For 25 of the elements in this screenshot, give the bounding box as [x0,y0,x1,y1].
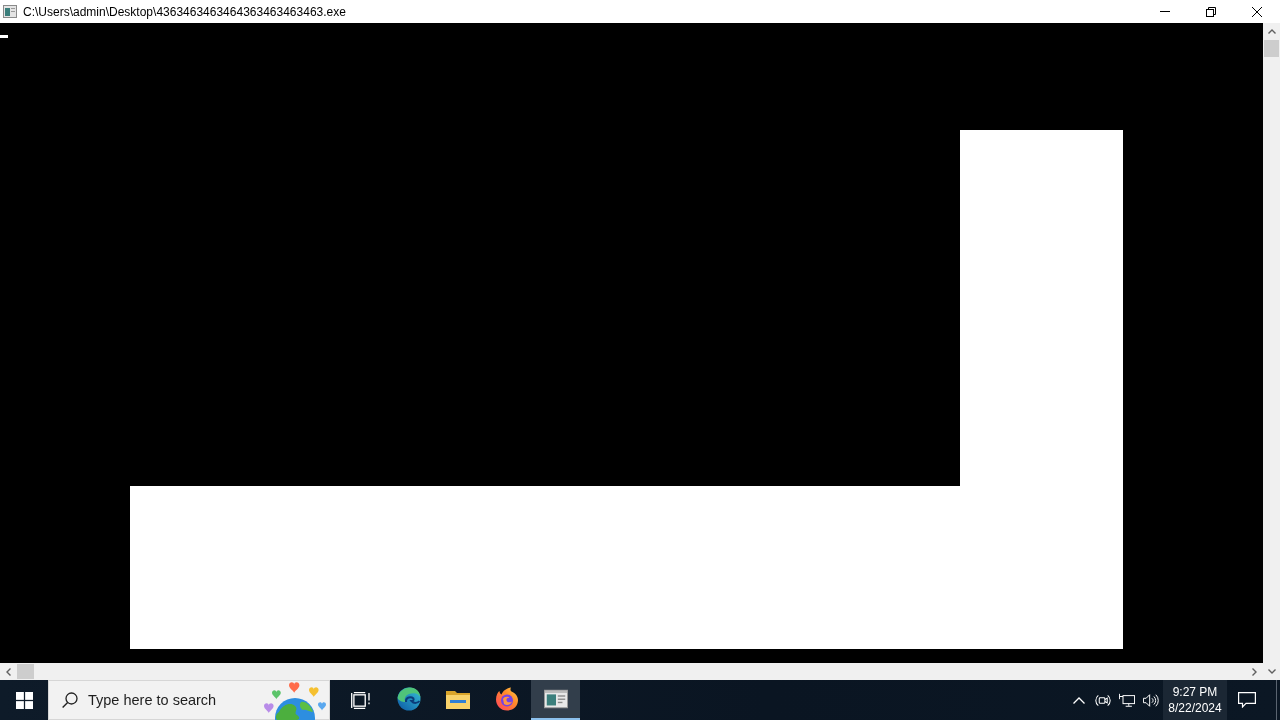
close-icon [1252,6,1262,17]
video-camera-icon [1095,692,1111,708]
flame-globe-icon [494,687,519,711]
speaker-icon [1143,692,1159,708]
restore-icon [1206,6,1216,17]
text-cursor [0,35,8,38]
window-title: C:\Users\admin\Desktop\4363463463464363463463463.exe [23,4,346,19]
search-field[interactable]: Type here to search [48,680,330,720]
windows-logo-icon [15,691,33,709]
search-icon [62,692,78,708]
scrollbar-thumb[interactable] [1264,40,1279,57]
horizontal-scrollbar[interactable] [0,663,1263,680]
console-window-icon [3,5,17,18]
swirl-icon [396,687,421,711]
clock-button[interactable]: 9:27 PM 8/22/2024 [1163,680,1227,720]
vertical-scrollbar[interactable] [1263,23,1280,680]
task-view-icon [350,691,370,709]
console-window-icon [543,687,568,711]
minimize-icon [1160,11,1170,12]
caret-up-icon [1073,696,1085,704]
scrollbar-thumb[interactable] [17,664,34,679]
speech-bubble-icon [1238,692,1256,708]
network-monitor-icon [1119,692,1135,708]
show-desktop-button[interactable] [1276,680,1280,720]
taskbar-app-button[interactable] [531,680,580,720]
